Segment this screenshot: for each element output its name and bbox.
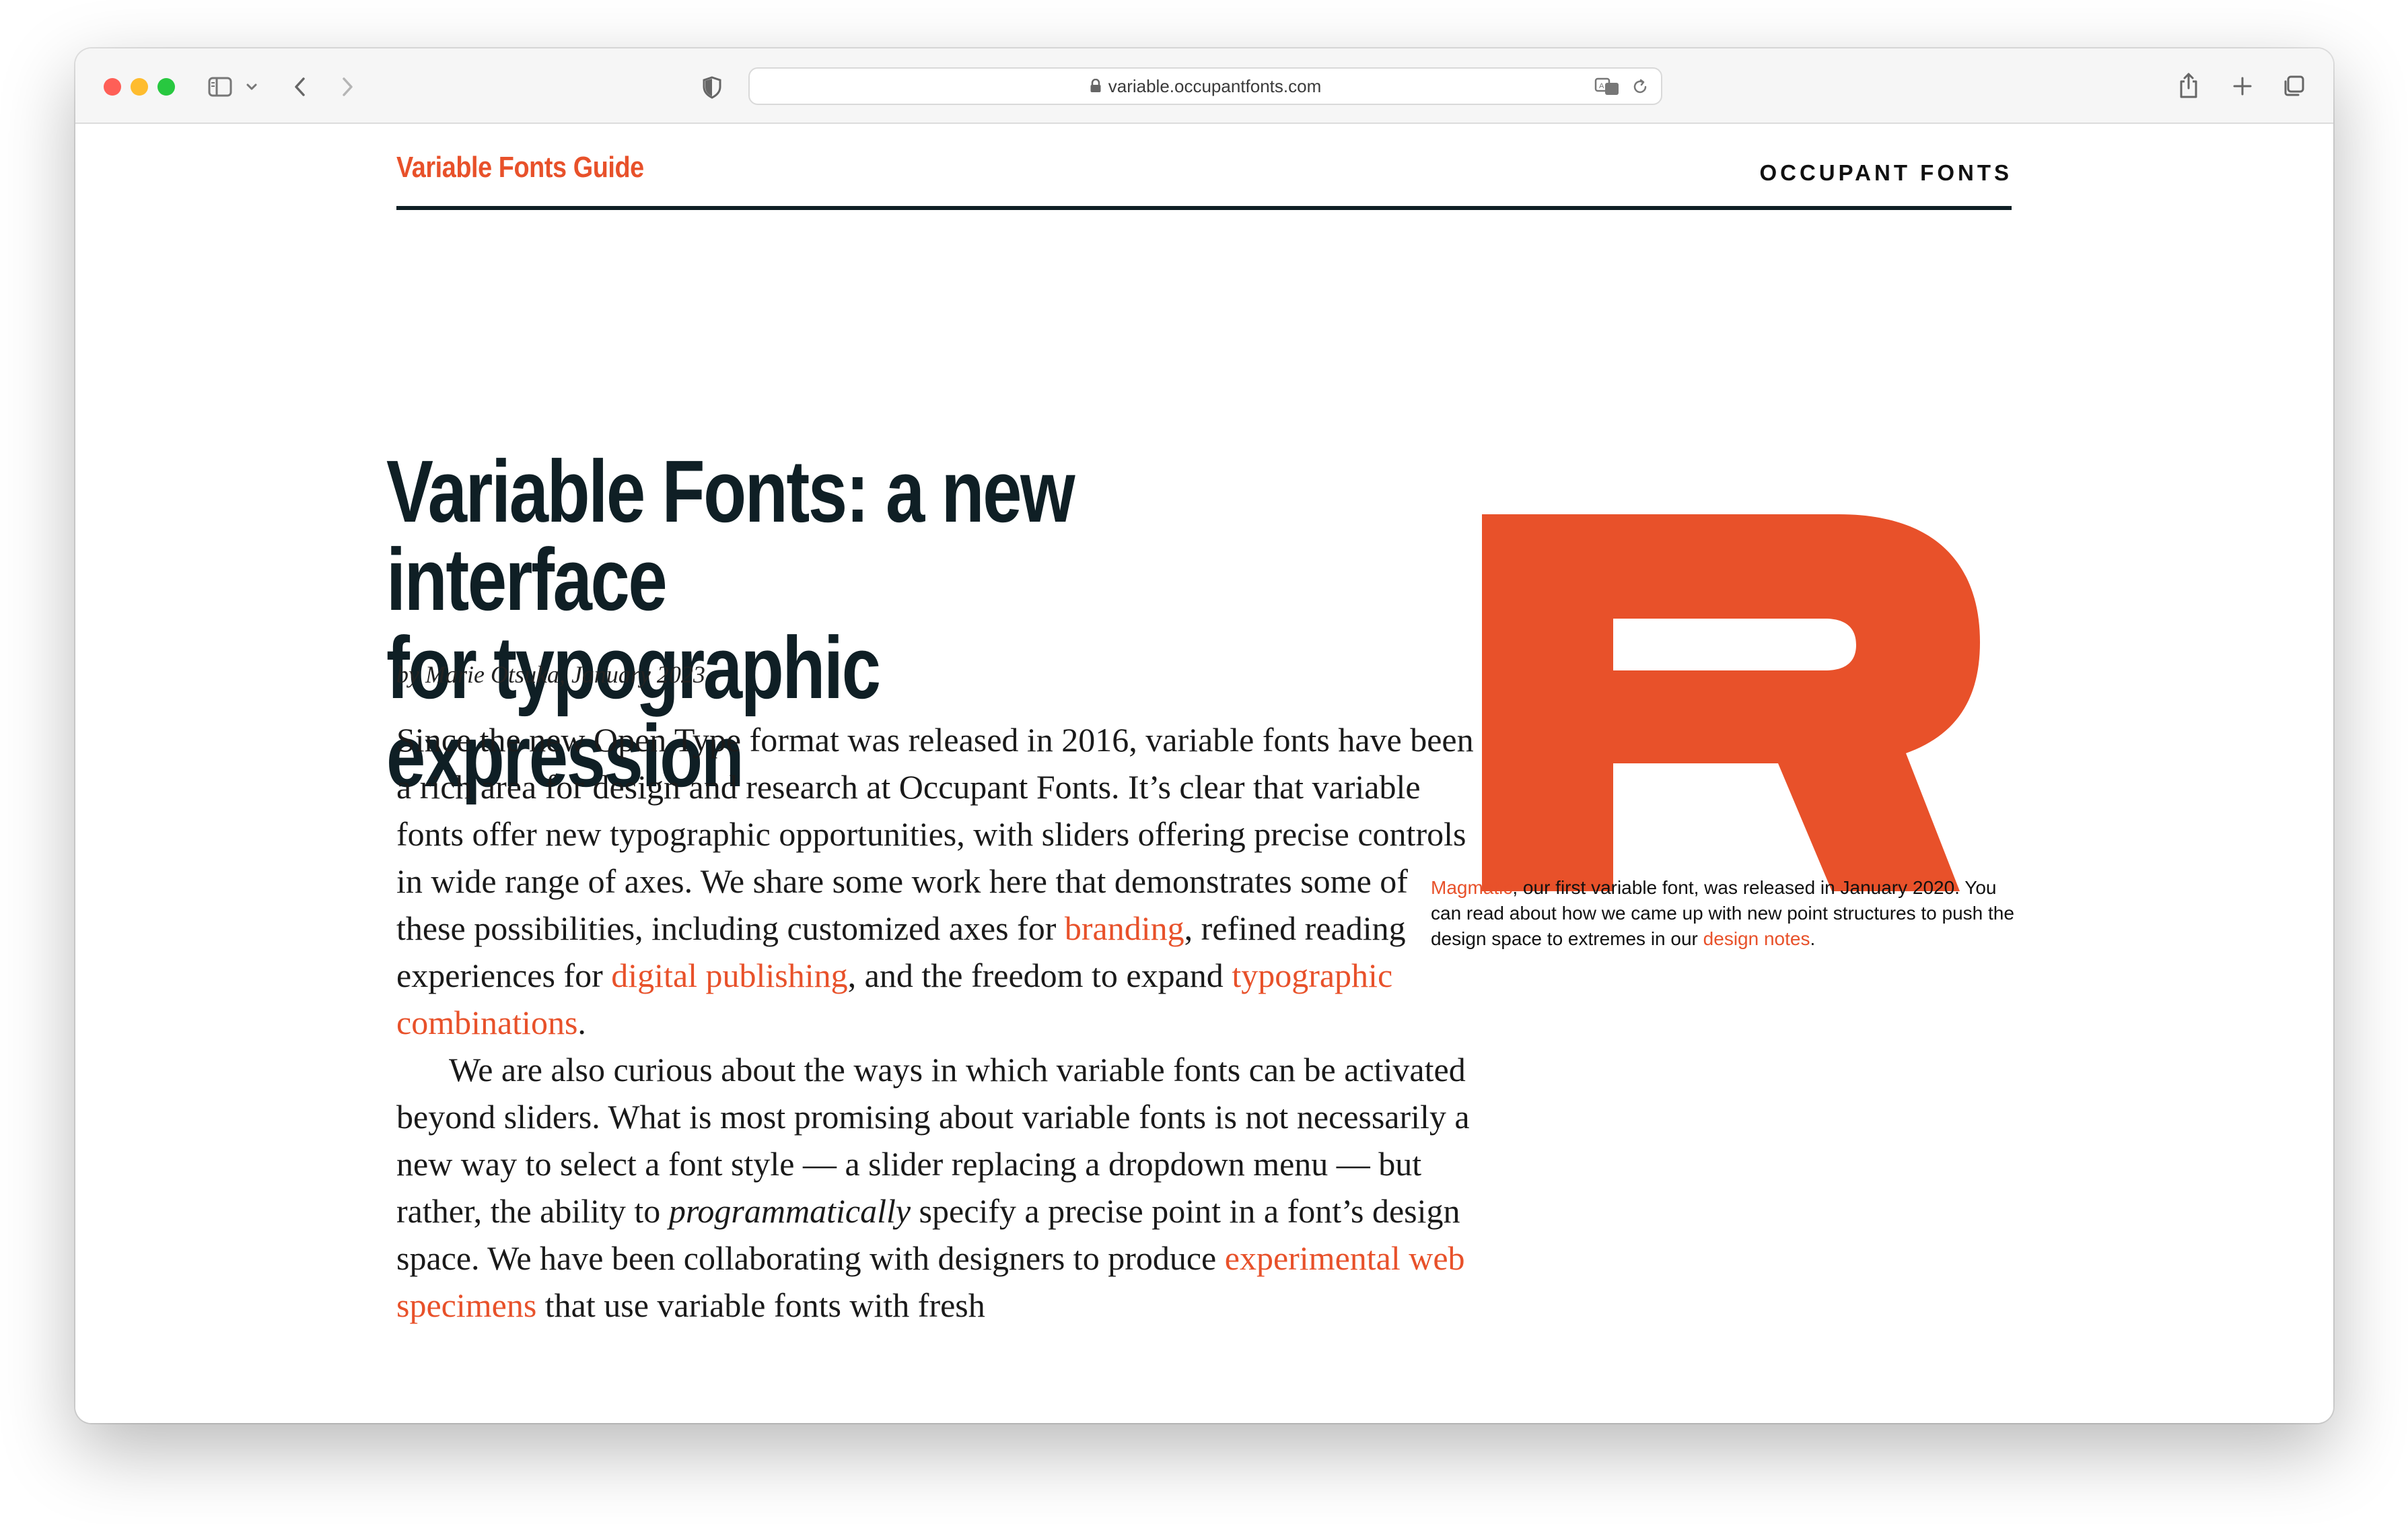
article-paragraph-1: Since the new Open Type format was relea… xyxy=(396,716,1477,1046)
close-window-button[interactable] xyxy=(104,78,121,96)
brand-logo-link[interactable]: OCCUPANT FONTS xyxy=(1759,160,2012,186)
minimize-window-button[interactable] xyxy=(131,78,148,96)
byline: by Marie Otsuka, January 2023 xyxy=(396,661,705,688)
zoom-window-button[interactable] xyxy=(157,78,175,96)
back-button[interactable] xyxy=(288,73,312,101)
design-notes-link[interactable]: design notes xyxy=(1703,928,1810,949)
chevron-down-icon[interactable] xyxy=(244,77,260,97)
lock-icon xyxy=(1090,70,1102,105)
paragraph-text: that use variable fonts with fresh xyxy=(536,1286,985,1324)
paragraph-text: , and the freedom to expand xyxy=(847,957,1232,994)
share-icon[interactable] xyxy=(2175,70,2202,101)
new-tab-icon[interactable] xyxy=(2229,73,2256,100)
article-body: Since the new Open Type format was relea… xyxy=(396,716,1477,1329)
reload-icon[interactable] xyxy=(1629,75,1652,98)
paragraph-text: . xyxy=(577,1004,586,1041)
caption-text: . xyxy=(1810,928,1816,949)
branding-link[interactable]: branding xyxy=(1065,909,1184,947)
url-label: variable.occupantfonts.com xyxy=(1108,76,1322,96)
emphasis-text: programmatically xyxy=(668,1192,911,1230)
magmatic-link[interactable]: Magmatic xyxy=(1431,877,1512,898)
forward-button[interactable] xyxy=(335,73,359,101)
sidebar-toggle-icon[interactable] xyxy=(206,73,234,101)
privacy-shield-icon[interactable] xyxy=(700,74,724,101)
browser-window: variable.occupantfonts.com A Variable Fo… xyxy=(75,48,2333,1423)
magmatic-r-figure xyxy=(1482,514,1980,891)
header-divider xyxy=(396,206,2012,210)
translate-icon[interactable]: A xyxy=(1594,75,1621,98)
address-bar[interactable]: variable.occupantfonts.com A xyxy=(748,67,1662,105)
url-text: variable.occupantfonts.com xyxy=(750,69,1661,104)
letter-r-glyph xyxy=(1482,514,1980,891)
tab-overview-icon[interactable] xyxy=(2280,73,2307,100)
site-title-link[interactable]: Variable Fonts Guide xyxy=(396,151,644,184)
figure-caption: Magmatic, our first variable font, was r… xyxy=(1431,875,2023,952)
headline-line-1: Variable Fonts: a new interface xyxy=(386,442,1075,629)
svg-text:A: A xyxy=(1599,82,1604,90)
browser-toolbar: variable.occupantfonts.com A xyxy=(75,48,2333,124)
article-paragraph-2: We are also curious about the ways in wh… xyxy=(396,1046,1477,1329)
digital-publishing-link[interactable]: digital publishing xyxy=(611,957,847,994)
page-content: Variable Fonts Guide OCCUPANT FONTS Vari… xyxy=(75,124,2333,1423)
